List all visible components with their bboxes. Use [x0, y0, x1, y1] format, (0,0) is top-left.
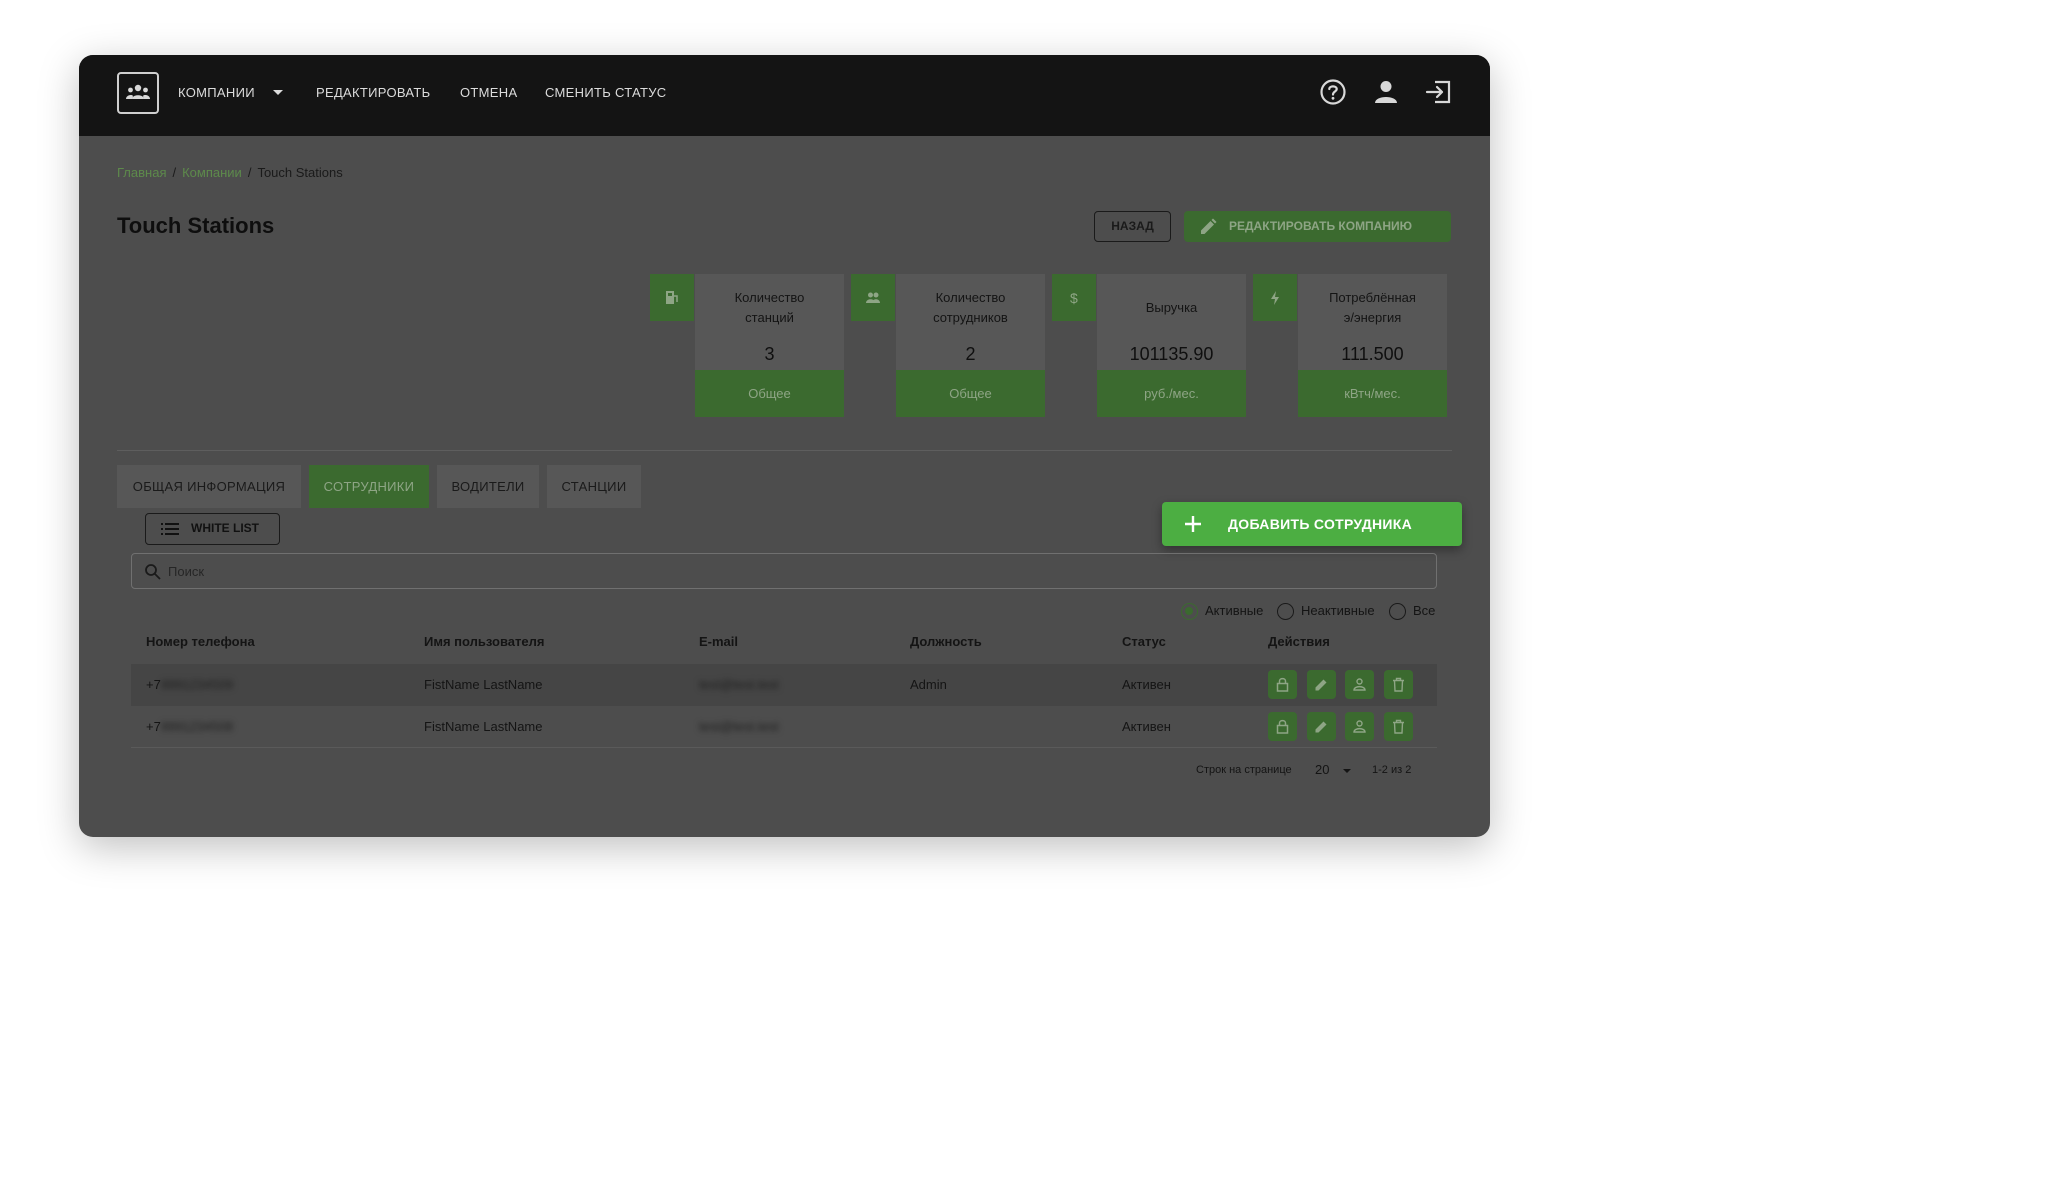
lock-icon[interactable]	[1268, 670, 1297, 699]
pagination-range: 1-2 из 2	[1372, 764, 1412, 776]
svg-text:$: $	[1070, 290, 1078, 306]
column-header-phone[interactable]: Номер телефона	[146, 634, 255, 649]
breadcrumb: Главная / Компании / Touch Stations	[117, 165, 343, 180]
cell-position: Admin	[910, 677, 947, 692]
breadcrumb-separator: /	[172, 165, 177, 180]
cell-phone: +79991234508	[146, 719, 234, 734]
nav-cancel[interactable]: ОТМЕНА	[460, 85, 517, 100]
tab-stations[interactable]: СТАНЦИИ	[547, 465, 641, 508]
dollar-icon: $	[1052, 274, 1096, 321]
stat-footer: руб./мес.	[1097, 370, 1246, 417]
white-list-label: WHITE LIST	[191, 521, 259, 535]
column-header-position[interactable]: Должность	[910, 634, 982, 649]
stat-footer: кВтч/мес.	[1298, 370, 1447, 417]
divider	[117, 450, 1452, 451]
tab-general-info[interactable]: ОБЩАЯ ИНФОРМАЦИЯ	[117, 465, 301, 508]
nav-edit[interactable]: РЕДАКТИРОВАТЬ	[316, 85, 430, 100]
logo[interactable]	[117, 72, 159, 114]
back-button[interactable]: НАЗАД	[1094, 211, 1171, 242]
cell-status: Активен	[1122, 719, 1171, 734]
edit-company-label: РЕДАКТИРОВАТЬ КОМПАНИЮ	[1229, 219, 1413, 233]
breadcrumb-current: Touch Stations	[257, 165, 343, 180]
cell-email: test@test.test	[699, 677, 779, 692]
add-employee-label: ДОБАВИТЬ СОТРУДНИКА	[1228, 516, 1413, 532]
lock-icon[interactable]	[1268, 712, 1297, 741]
bolt-icon	[1253, 274, 1297, 321]
chevron-down-icon[interactable]	[273, 90, 283, 95]
app-window: КОМПАНИИ РЕДАКТИРОВАТЬ ОТМЕНА СМЕНИТЬ СТ…	[79, 55, 1490, 837]
cell-username: FistName LastName	[424, 677, 543, 692]
users-icon[interactable]	[1345, 712, 1374, 741]
breadcrumb-companies[interactable]: Компании	[182, 165, 242, 180]
station-icon	[650, 274, 694, 321]
cell-status: Активен	[1122, 677, 1171, 692]
stat-card-employees: Количество сотрудников 2 Общее	[896, 274, 1045, 417]
help-icon[interactable]	[1318, 77, 1348, 107]
top-navbar: КОМПАНИИ РЕДАКТИРОВАТЬ ОТМЕНА СМЕНИТЬ СТ…	[79, 55, 1490, 136]
search-box	[131, 553, 1437, 589]
users-icon[interactable]	[1345, 670, 1374, 699]
chevron-down-icon[interactable]	[1343, 769, 1351, 773]
stat-label: Выручка	[1145, 300, 1198, 315]
column-header-email[interactable]: E-mail	[699, 634, 738, 649]
stat-value: 2	[965, 344, 976, 364]
trash-icon[interactable]	[1384, 712, 1413, 741]
rows-per-page-select[interactable]: 20	[1315, 762, 1329, 777]
edit-company-button[interactable]: РЕДАКТИРОВАТЬ КОМПАНИЮ	[1184, 211, 1451, 242]
stat-value: 111.500	[1341, 344, 1404, 364]
stat-footer: Общее	[695, 370, 844, 417]
radio-inactive[interactable]	[1277, 603, 1294, 620]
list-icon	[161, 523, 179, 535]
search-input[interactable]	[168, 554, 1368, 588]
user-icon[interactable]	[1371, 77, 1401, 107]
people-icon	[851, 274, 895, 321]
column-header-status[interactable]: Статус	[1122, 634, 1166, 649]
cell-phone: +79991234509	[146, 677, 234, 692]
radio-active[interactable]	[1181, 603, 1198, 620]
breadcrumb-separator: /	[247, 165, 252, 180]
tab-employees[interactable]: СОТРУДНИКИ	[309, 465, 429, 508]
nav-companies[interactable]: КОМПАНИИ	[178, 85, 255, 100]
trash-icon[interactable]	[1384, 670, 1413, 699]
white-list-button[interactable]: WHITE LIST	[145, 513, 280, 545]
radio-all[interactable]	[1389, 603, 1406, 620]
plus-icon	[1185, 516, 1201, 532]
stat-label: Количество станций	[734, 290, 805, 325]
table-row[interactable]: +79991234508 FistName LastName test@test…	[131, 706, 1437, 748]
column-header-username[interactable]: Имя пользователя	[424, 634, 544, 649]
search-icon	[145, 564, 161, 580]
logout-icon[interactable]	[1424, 77, 1454, 107]
stat-footer: Общее	[896, 370, 1045, 417]
stat-value: 3	[764, 344, 775, 364]
breadcrumb-home[interactable]: Главная	[117, 165, 166, 180]
page-title: Touch Stations	[117, 213, 275, 238]
add-employee-button[interactable]: ДОБАВИТЬ СОТРУДНИКА	[1162, 502, 1462, 546]
stat-card-energy: Потреблённая э/энергия 111.500 кВтч/мес.	[1298, 274, 1447, 417]
table-row[interactable]: +79991234509 FistName LastName test@test…	[131, 664, 1437, 706]
stat-value: 101135.90	[1129, 344, 1214, 364]
pencil-icon	[1201, 218, 1217, 234]
stat-label: Потреблённая э/энергия	[1329, 290, 1416, 325]
cell-username: FistName LastName	[424, 719, 543, 734]
edit-icon[interactable]	[1307, 670, 1336, 699]
column-header-actions: Действия	[1268, 634, 1330, 649]
stat-card-revenue: Выручка 101135.90 руб./мес.	[1097, 274, 1246, 417]
rows-per-page-label: Строк на странице	[1196, 764, 1292, 776]
cell-email: test@test.test	[699, 719, 779, 734]
stat-label: Количество сотрудников	[933, 290, 1008, 325]
edit-icon[interactable]	[1307, 712, 1336, 741]
tab-drivers[interactable]: ВОДИТЕЛИ	[437, 465, 539, 508]
people-group-icon	[126, 84, 150, 99]
nav-change-status[interactable]: СМЕНИТЬ СТАТУС	[545, 85, 666, 100]
stat-card-stations: Количество станций 3 Общее	[695, 274, 844, 417]
